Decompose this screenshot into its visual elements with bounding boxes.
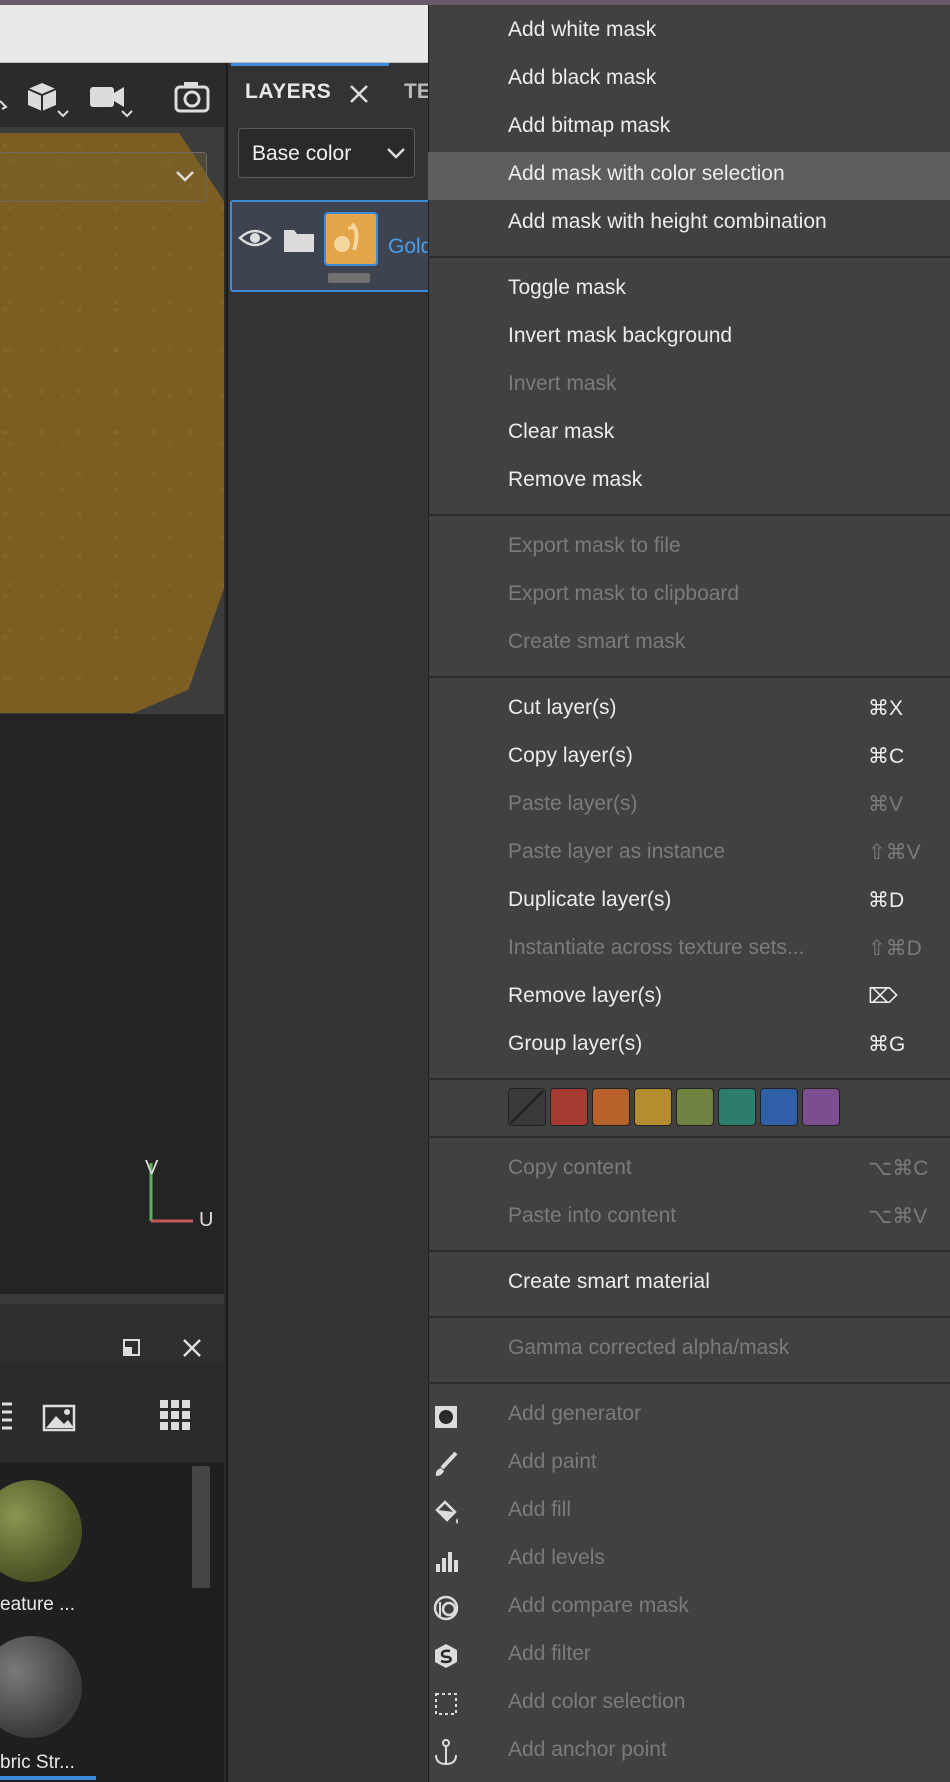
generator-icon [435,1406,457,1428]
menu-item-add-anchor-point[interactable]: Add anchor point [428,1728,950,1776]
menu-item-add-paint[interactable]: Add paint [428,1440,950,1488]
menu-separator [428,1136,950,1138]
menu-item-paste-into-content[interactable]: Paste into content ⌥⌘V [428,1194,950,1242]
close-icon[interactable] [180,1336,204,1360]
menu-item-remove-layers[interactable]: Remove layer(s) ⌦ [428,974,950,1022]
menu-item-add-levels[interactable]: Add levels [428,1536,950,1584]
menu-item-add-white-mask[interactable]: Add white mask [428,8,950,56]
menu-item-add-black-mask[interactable]: Add black mask [428,56,950,104]
menu-item-cut-layers[interactable]: Cut layer(s) ⌘X [428,686,950,734]
shelf-header [0,1304,224,1362]
window-title-bar [0,0,428,63]
menu-item-paste-layers[interactable]: Paste layer(s) ⌘V [428,782,950,830]
compare-mask-icon [433,1595,459,1621]
menu-item-instantiate-texture-sets[interactable]: Instantiate across texture sets... ⇧⌘D [428,926,950,974]
cube-icon[interactable] [26,79,74,119]
color-swatch-teal[interactable] [718,1088,756,1126]
color-swatch-orange[interactable] [592,1088,630,1126]
menu-item-add-bitmap-mask[interactable]: Add bitmap mask [428,104,950,152]
layers-panel [226,63,430,1782]
menu-item-remove-mask[interactable]: Remove mask [428,458,950,506]
color-swatch-yellow[interactable] [634,1088,672,1126]
3d-viewport[interactable] [0,127,224,714]
menu-separator [428,1316,950,1318]
grid-view-icon[interactable] [158,1398,194,1434]
color-swatch-purple[interactable] [802,1088,840,1126]
axis-v-label: V [145,1157,159,1179]
menu-item-copy-layers[interactable]: Copy layer(s) ⌘C [428,734,950,782]
menu-item-invert-mask[interactable]: Invert mask [428,362,950,410]
uv-axis-gizmo: V U [145,1155,215,1240]
menu-separator [428,1250,950,1252]
color-swatch-blue[interactable] [760,1088,798,1126]
menu-separator [428,1078,950,1080]
layer-thumbnail-icon [334,222,359,252]
eye-visibility-icon[interactable] [238,226,272,250]
menu-item-add-mask-color-selection[interactable]: Add mask with color selection [428,152,950,200]
shelf-scrollbar[interactable] [192,1466,210,1588]
menu-separator [428,256,950,258]
screenshot-camera-icon[interactable] [174,79,214,115]
folder-icon [284,230,314,252]
axis-u-label: U [199,1209,214,1231]
menu-item-add-compare-mask[interactable]: Add compare mask [428,1584,950,1632]
filter-icon [435,1644,457,1668]
layer-name[interactable]: Gold [388,235,432,259]
menu-item-invert-mask-background[interactable]: Invert mask background [428,314,950,362]
brush-icon [435,1451,458,1476]
image-icon[interactable] [42,1400,80,1434]
material-label: eature ... [0,1594,75,1615]
camera-icon[interactable] [88,79,138,119]
menu-item-paste-layer-instance[interactable]: Paste layer as instance ⇧⌘V [428,830,950,878]
menu-item-export-mask-file[interactable]: Export mask to file [428,524,950,572]
channel-select-value: Base color [252,142,352,165]
layer-thumbnail[interactable] [324,212,378,266]
menu-item-copy-content[interactable]: Copy content ⌥⌘C [428,1146,950,1194]
panel-splitter[interactable] [0,1294,224,1304]
menu-item-add-fill[interactable]: Add fill [428,1488,950,1536]
menu-item-duplicate-layers[interactable]: Duplicate layer(s) ⌘D [428,878,950,926]
close-tab-icon[interactable] [348,83,370,105]
shelf-grid: eature ... bric Str... [0,1462,224,1782]
chevron-down-icon[interactable] [0,79,14,113]
viewport-toolbar [0,63,226,127]
tab-layers-label: LAYERS [245,80,332,103]
levels-icon [436,1552,458,1572]
menu-item-toggle-mask[interactable]: Toggle mask [428,266,950,314]
no-color-icon [509,1089,545,1125]
mesh-preview [0,133,224,713]
menu-item-gamma-corrected[interactable]: Gamma corrected alpha/mask [428,1326,950,1374]
menu-separator [428,514,950,516]
layer-mask-placeholder [328,273,370,283]
menu-item-add-mask-height-combination[interactable]: Add mask with height combination [428,200,950,248]
filter-list-icon[interactable] [0,1398,16,1432]
menu-separator [428,676,950,678]
shelf-toolbar [0,1362,224,1462]
color-swatch-red[interactable] [550,1088,588,1126]
menu-item-add-filter[interactable]: Add filter [428,1632,950,1680]
anchor-icon [435,1739,457,1766]
fill-bucket-icon [435,1500,458,1524]
material-thumbnail[interactable] [0,1480,82,1582]
menu-separator [428,1382,950,1384]
chevron-down-icon [387,148,405,159]
undock-icon[interactable] [122,1338,142,1358]
color-selection-icon [435,1693,457,1715]
selection-indicator [0,1776,96,1780]
viewport-dropdown[interactable] [0,152,207,202]
color-swatch-none[interactable] [508,1088,546,1126]
menu-item-create-smart-mask[interactable]: Create smart mask [428,620,950,668]
material-thumbnail[interactable] [0,1636,82,1738]
tab-texture-set-label[interactable]: TE [404,80,431,104]
menu-item-group-layers[interactable]: Group layer(s) ⌘G [428,1022,950,1070]
menu-item-create-smart-material[interactable]: Create smart material [428,1260,950,1308]
menu-item-add-color-selection[interactable]: Add color selection [428,1680,950,1728]
menu-item-export-mask-clipboard[interactable]: Export mask to clipboard [428,572,950,620]
color-swatch-green[interactable] [676,1088,714,1126]
menu-item-add-generator[interactable]: Add generator [428,1392,950,1440]
chevron-down-icon [176,171,194,182]
material-label: bric Str... [0,1752,75,1773]
menu-item-clear-mask[interactable]: Clear mask [428,410,950,458]
